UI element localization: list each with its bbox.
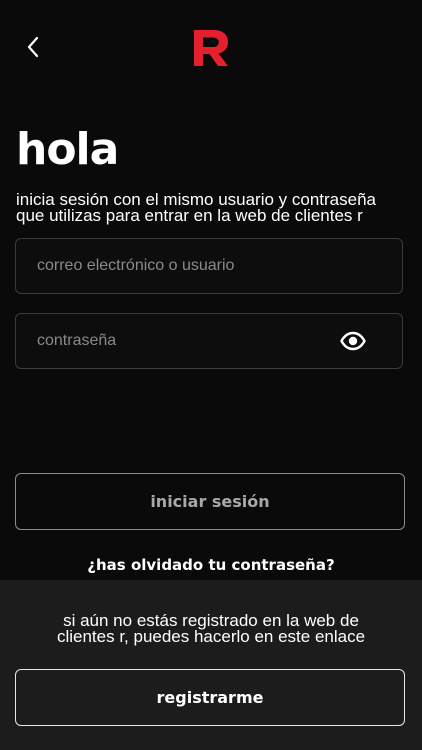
username-field[interactable] [15,238,403,294]
register-text-line2: clientes r, puedes hacerlo en este enlac… [56,627,366,646]
page-title: hola [16,124,119,175]
login-instructions: inicia sesión con el mismo usuario y con… [16,191,406,225]
register-panel: si aún no estás registrado en la web de … [0,580,422,750]
brand-r-logo [194,30,228,66]
forgot-password-link[interactable]: ¿has olvidado tu contraseña? [0,555,422,575]
register-text: si aún no estás registrado en la web de … [0,612,422,646]
register-button[interactable]: registrarme [15,669,405,726]
login-instructions-line2: que utilizas para entrar en la web de cl… [16,206,363,225]
brand-logo [194,30,228,66]
show-password-button[interactable] [340,331,366,351]
back-button[interactable] [18,32,48,62]
eye-icon [340,331,366,351]
login-button[interactable]: iniciar sesión [15,473,405,530]
username-input[interactable] [37,239,337,293]
status-bar [0,0,422,6]
password-input[interactable] [37,314,337,368]
password-field[interactable] [15,313,403,369]
chevron-left-icon [27,36,39,58]
